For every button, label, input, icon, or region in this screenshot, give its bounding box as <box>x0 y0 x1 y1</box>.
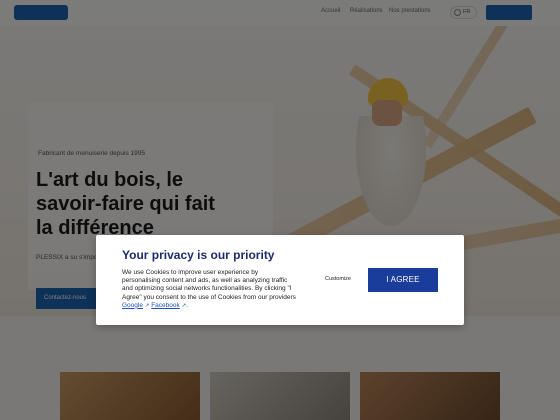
facebook-link[interactable]: Facebook <box>151 302 180 309</box>
google-link[interactable]: Google <box>122 302 143 309</box>
privacy-text: We use Cookies to improve user experienc… <box>122 269 297 310</box>
privacy-title: Your privacy is our priority <box>122 248 275 262</box>
customize-button[interactable]: Customize <box>318 276 358 282</box>
privacy-body: We use Cookies to improve user experienc… <box>122 269 296 301</box>
privacy-period: . <box>186 301 188 309</box>
agree-button[interactable]: I AGREE <box>368 268 438 292</box>
modal-backdrop <box>0 0 560 420</box>
external-link-icon: ↗ <box>144 302 150 309</box>
